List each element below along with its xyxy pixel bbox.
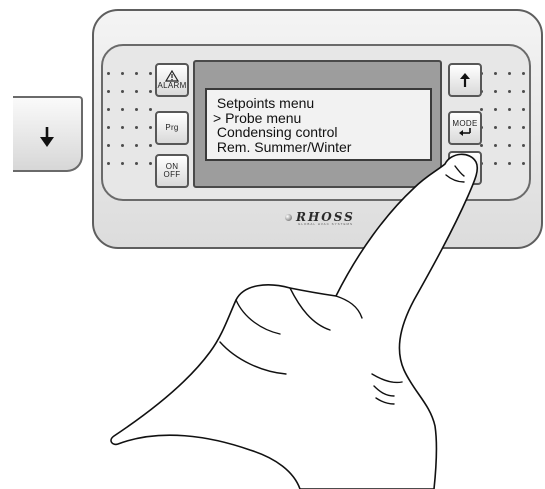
pointing-hand-illustration [110,153,479,489]
terminal-illustration: ALARM Prg ON OFF MODE Setpoints menu > P… [0,0,545,489]
